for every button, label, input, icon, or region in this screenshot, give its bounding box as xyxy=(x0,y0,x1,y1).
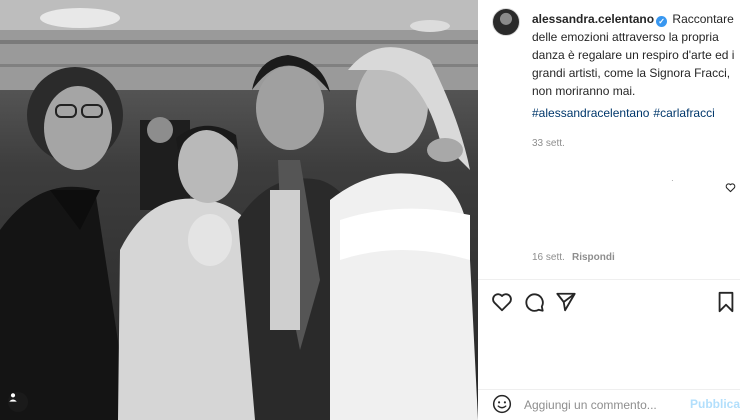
share-button[interactable] xyxy=(554,290,578,314)
share-icon xyxy=(556,292,576,312)
user-icon xyxy=(9,393,17,402)
comment-input[interactable] xyxy=(524,396,674,414)
comment-like-button[interactable] xyxy=(725,180,736,198)
verified-badge-icon: ✓ xyxy=(656,16,668,27)
divider xyxy=(478,279,740,280)
publish-button[interactable]: Pubblica xyxy=(690,397,740,411)
save-button[interactable] xyxy=(714,290,738,314)
emoji-icon xyxy=(492,394,512,414)
reply-button[interactable]: Rispondi xyxy=(572,252,615,263)
like-button[interactable] xyxy=(490,290,514,314)
emoji-button[interactable] xyxy=(492,394,512,419)
hashtag-link[interactable]: #alessandracelentano xyxy=(532,106,649,120)
post-side-panel: alessandra.celentano ✓ Raccontare delle e… xyxy=(478,0,740,420)
bookmark-icon xyxy=(718,291,734,313)
post-photo[interactable] xyxy=(0,0,478,420)
avatar[interactable] xyxy=(492,8,520,36)
comment-button[interactable] xyxy=(522,290,546,314)
tagged-users-button[interactable] xyxy=(8,392,28,412)
caption-text: alessandra.celentano ✓ Raccontare delle e… xyxy=(532,10,738,100)
action-bar xyxy=(478,290,740,318)
add-comment-form: Pubblica xyxy=(478,390,740,420)
username-link[interactable]: alessandra.celentano xyxy=(532,12,654,26)
hashtags: #alessandracelentano #carlafracci xyxy=(532,106,719,120)
heart-icon xyxy=(492,293,512,312)
photo-scene xyxy=(0,0,478,420)
hashtag-link[interactable]: #carlafracci xyxy=(653,106,714,120)
heart-icon xyxy=(725,183,736,193)
post-timestamp: 33 sett. xyxy=(532,138,565,149)
comment-dot: · xyxy=(671,176,674,185)
comment-icon xyxy=(525,293,544,312)
comment-timestamp: 16 sett. xyxy=(532,252,565,263)
